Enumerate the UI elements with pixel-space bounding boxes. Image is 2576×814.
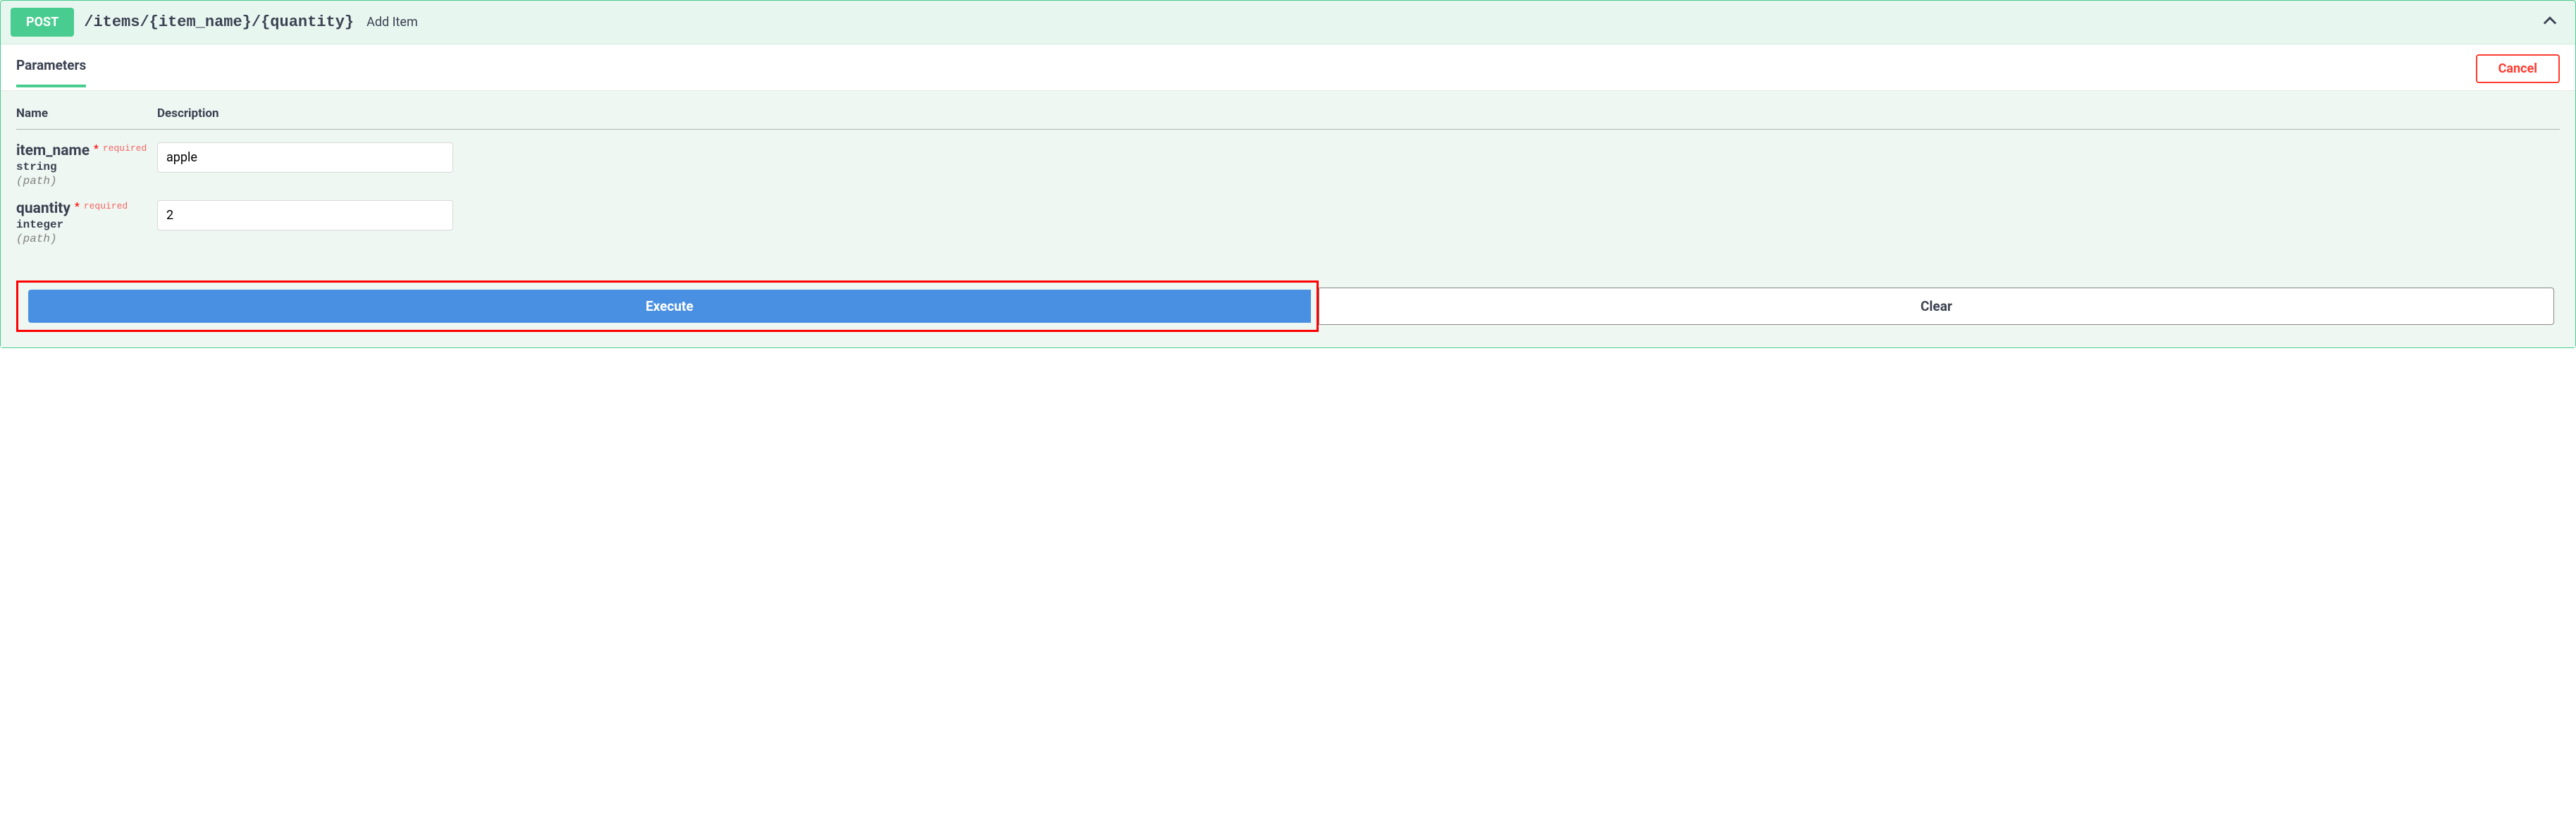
parameters-tab-header: Parameters Cancel (1, 44, 2575, 91)
item-name-input[interactable] (157, 142, 453, 173)
http-method-badge: POST (11, 8, 74, 37)
execute-button[interactable]: Execute (28, 290, 1311, 323)
operation-description: Add Item (366, 15, 418, 30)
cancel-button[interactable]: Cancel (2476, 54, 2560, 83)
execute-highlight-box: Execute (16, 280, 1319, 332)
quantity-input[interactable] (157, 200, 453, 230)
parameters-tab[interactable]: Parameters (16, 57, 86, 87)
required-label: required (84, 201, 128, 211)
column-header-name: Name (16, 106, 157, 130)
operation-summary[interactable]: POST /items/{item_name}/{quantity} Add I… (1, 1, 2575, 44)
table-row: item_name * required string (path) (16, 130, 2560, 188)
operation-body: Parameters Cancel Name Description item_… (1, 44, 2575, 347)
required-star-icon: * (94, 142, 99, 155)
param-location: (path) (16, 175, 157, 187)
param-location: (path) (16, 233, 157, 245)
clear-button[interactable]: Clear (1319, 288, 2554, 325)
param-name: item_name (16, 142, 90, 159)
table-row: quantity * required integer (path) (16, 187, 2560, 245)
column-header-description: Description (157, 106, 2560, 130)
required-star-icon: * (75, 199, 80, 213)
endpoint-path: /items/{item_name}/{quantity} (84, 13, 354, 31)
param-name: quantity (16, 200, 70, 217)
chevron-up-icon[interactable] (2540, 11, 2565, 34)
param-type: integer (16, 218, 157, 231)
required-label: required (103, 143, 147, 154)
parameters-section: Name Description item_name * required st… (1, 91, 2575, 347)
parameters-table: Name Description item_name * required st… (16, 106, 2560, 245)
action-button-row: Execute Clear (16, 280, 2560, 332)
param-type: string (16, 161, 157, 173)
operation-block: POST /items/{item_name}/{quantity} Add I… (0, 0, 2576, 348)
